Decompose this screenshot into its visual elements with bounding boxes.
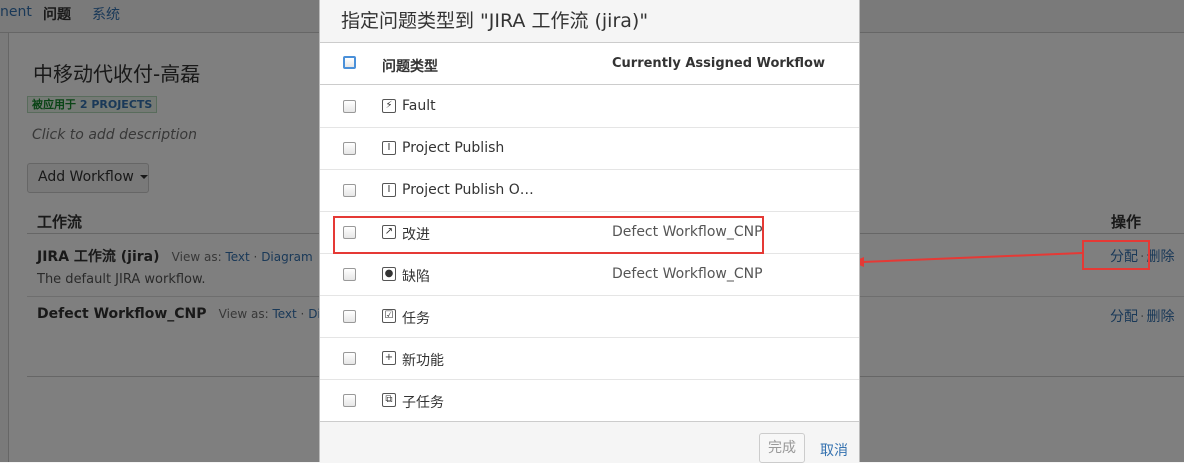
current-workflow: Defect Workflow_CNP [612,266,763,282]
issue-type-name: 任务 [402,311,430,327]
issue-type-row[interactable]: + 新功能 [320,338,859,380]
issue-type-name: 新功能 [402,353,444,369]
issue-type-row[interactable]: I Project Publish [320,128,859,170]
issue-type-row[interactable]: ● 缺陷 Defect Workflow_CNP [320,254,859,296]
dialog-table-header: 问题类型 Currently Assigned Workflow [320,43,859,85]
column-header-current-workflow: Currently Assigned Workflow [612,56,826,71]
new-feature-icon: + [382,351,396,365]
select-all-checkbox[interactable] [343,56,356,69]
subtask-icon: ⧉ [382,393,396,407]
issue-type-checkbox[interactable] [343,184,356,197]
fault-icon: ⚡ [382,99,396,113]
issue-type-name: 缺陷 [402,269,430,285]
bug-icon: ● [382,267,396,281]
annotation-arrow [852,252,1083,267]
annotation-box [333,216,764,254]
issue-type-checkbox[interactable] [343,310,356,323]
issue-type-name: Fault [402,98,436,114]
issue-type-name: 子任务 [402,395,444,411]
issue-type-row[interactable]: ⧉ 子任务 [320,380,859,422]
done-button[interactable]: 完成 [759,433,805,463]
project-publish-icon: I [382,183,396,197]
issue-type-row[interactable]: I Project Publish O… [320,170,859,212]
issue-type-checkbox[interactable] [343,394,356,407]
project-publish-icon: I [382,141,396,155]
issue-type-checkbox[interactable] [343,100,356,113]
column-header-issue-type: 问题类型 [382,59,438,75]
issue-type-checkbox[interactable] [343,268,356,281]
task-icon: ☑ [382,309,396,323]
dialog-title: 指定问题类型到 "JIRA 工作流 (jira)" [341,10,649,32]
dialog-footer: 完成 取消 [320,421,859,463]
cancel-link[interactable]: 取消 [820,440,848,460]
issue-type-checkbox[interactable] [343,142,356,155]
annotation-box [1082,240,1150,270]
issue-type-row[interactable]: ☑ 任务 [320,296,859,338]
issue-type-row[interactable]: ⚡ Fault [320,86,859,128]
dialog-header: 指定问题类型到 "JIRA 工作流 (jira)" [320,0,859,43]
issue-type-name: Project Publish O… [402,182,534,198]
issue-type-checkbox[interactable] [343,352,356,365]
issue-type-name: Project Publish [402,140,505,156]
